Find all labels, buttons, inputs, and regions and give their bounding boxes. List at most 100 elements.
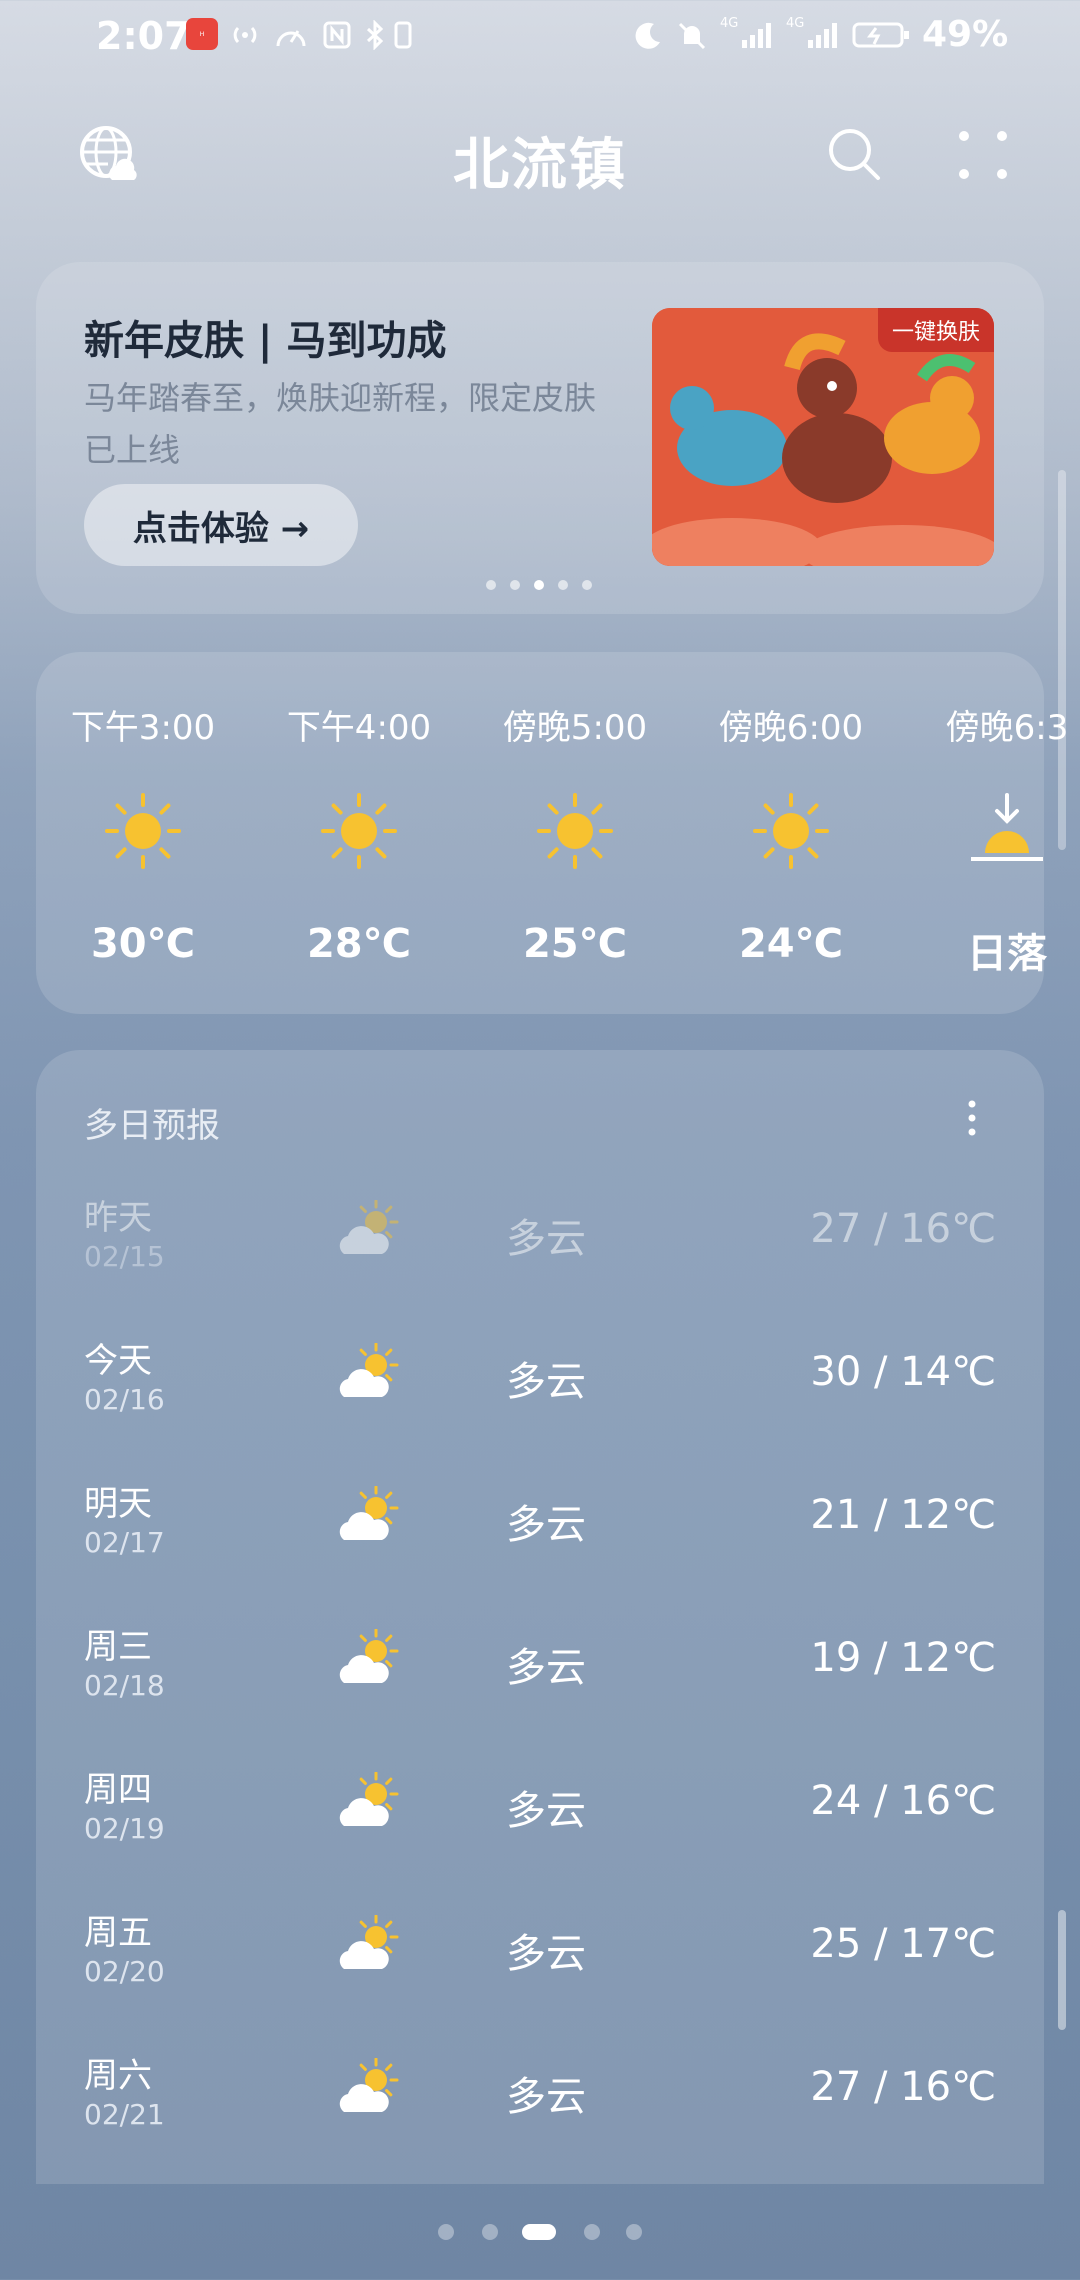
forecast-day: 明天: [84, 1484, 152, 1524]
scrollbar-top: [1058, 470, 1066, 850]
vibrate-battery-icon: [392, 20, 414, 50]
carousel-dot: [486, 580, 496, 590]
hourly-item: 傍晚6:3 日落: [907, 700, 1080, 979]
forecast-title: 多日预报: [84, 1106, 220, 1146]
forecast-condition: 多云: [506, 1359, 586, 1405]
hourly-item: 傍晚5:00 25℃: [475, 700, 675, 967]
forecast-row[interactable]: 周四 02/19 多云 24 / 16℃: [0, 1762, 1080, 1905]
partly-cloudy-icon: [336, 1199, 402, 1258]
forecast-temp: 21 / 12℃: [810, 1492, 996, 1538]
partly-cloudy-icon: [336, 2057, 402, 2116]
forecast-condition: 多云: [506, 1216, 586, 1262]
forecast-date: 02/17: [84, 1526, 165, 1559]
sun-icon: [101, 789, 185, 873]
mute-bell-icon: [676, 20, 708, 50]
forecast-day: 今天: [84, 1341, 152, 1381]
forecast-row[interactable]: 明天 02/17 多云 21 / 12℃: [0, 1476, 1080, 1619]
forecast-day: 昨天: [84, 1198, 152, 1238]
carousel-dot: [558, 580, 568, 590]
hourly-temp: 28℃: [306, 921, 412, 967]
partly-cloudy-icon: [336, 1485, 402, 1544]
page-dot[interactable]: [438, 2224, 454, 2240]
forecast-more-icon[interactable]: [962, 1098, 982, 1138]
forecast-condition: 多云: [506, 1788, 586, 1834]
battery-icon: [852, 20, 912, 50]
signal-label-1: 4G: [720, 16, 739, 31]
forecast-date: 02/16: [84, 1383, 165, 1416]
huawei-app-icon: H: [186, 18, 218, 50]
more-icon[interactable]: [958, 130, 1008, 180]
forecast-row[interactable]: 周三 02/18 多云 19 / 12℃: [0, 1619, 1080, 1762]
forecast-temp: 27 / 16℃: [810, 2064, 996, 2110]
carousel-dot-active: [534, 580, 544, 590]
hourly-item: 下午4:00 28℃: [259, 700, 459, 967]
battery-percent: 49%: [922, 14, 1009, 55]
hourly-item: 下午3:00 30℃: [43, 700, 243, 967]
partly-cloudy-icon: [336, 1628, 402, 1687]
sunset-icon: [965, 789, 1049, 873]
partly-cloudy-icon: [336, 1914, 402, 1973]
try-skin-button[interactable]: 点击体验 →: [84, 484, 358, 566]
forecast-date: 02/20: [84, 1955, 165, 1988]
forecast-condition: 多云: [506, 2074, 586, 2120]
page-dot[interactable]: [626, 2224, 642, 2240]
hourly-temp: 30℃: [90, 921, 196, 967]
carousel-dot: [510, 580, 520, 590]
forecast-day: 周六: [84, 2056, 152, 2096]
promo-subtitle: 马年踏春至，焕肤迎新程，限定皮肤已上线: [84, 379, 597, 469]
forecast-row[interactable]: 昨天 02/15 多云 27 / 16℃: [0, 1190, 1080, 1333]
page-title: 北流镇: [453, 133, 627, 198]
hourly-time: 傍晚5:00: [502, 708, 648, 748]
nfc-icon: [322, 20, 352, 50]
forecast-condition: 多云: [506, 1502, 586, 1548]
signal-bars-icon: [740, 20, 776, 50]
bluetooth-icon: [364, 19, 386, 51]
forecast-condition: 多云: [506, 1931, 586, 1977]
hourly-temp: 25℃: [522, 921, 628, 967]
page-dot[interactable]: [482, 2224, 498, 2240]
forecast-row[interactable]: 今天 02/16 多云 30 / 14℃: [0, 1333, 1080, 1476]
promo-title: 新年皮肤 | 马到功成: [84, 318, 447, 364]
page-dot-active[interactable]: [522, 2224, 556, 2240]
hotspot-icon: [228, 20, 262, 50]
status-time: 2:07: [96, 14, 191, 58]
forecast-day: 周三: [84, 1627, 152, 1667]
hourly-time: 傍晚6:3: [945, 708, 1069, 748]
forecast-temp: 19 / 12℃: [810, 1635, 996, 1681]
horse-skin-illustration[interactable]: 一键换肤: [652, 308, 994, 566]
hourly-time: 傍晚6:00: [718, 708, 864, 748]
forecast-date: 02/19: [84, 1812, 165, 1845]
hourly-time: 下午3:00: [70, 708, 216, 748]
hourly-temp: 日落: [967, 931, 1047, 977]
forecast-day: 周四: [84, 1770, 152, 1810]
partly-cloudy-icon: [336, 1771, 402, 1830]
scrollbar[interactable]: [1058, 1910, 1066, 2030]
forecast-date: 02/21: [84, 2098, 165, 2131]
forecast-row[interactable]: 周五 02/20 多云 25 / 17℃: [0, 1905, 1080, 2048]
forecast-row[interactable]: 周六 02/21 多云 27 / 16℃: [0, 2048, 1080, 2191]
page-dot[interactable]: [584, 2224, 600, 2240]
sun-icon: [317, 789, 401, 873]
forecast-date: 02/15: [84, 1240, 165, 1273]
forecast-temp: 27 / 16℃: [810, 1206, 996, 1252]
moon-icon: [632, 20, 664, 50]
search-icon[interactable]: [826, 126, 884, 184]
hourly-temp: 24℃: [738, 921, 844, 967]
forecast-day: 周五: [84, 1913, 152, 1953]
sun-icon: [533, 789, 617, 873]
status-bar: 2:07 H 4G 4G 49%: [0, 0, 1080, 72]
hourly-item: 傍晚6:00 24℃: [691, 700, 891, 967]
carousel-dot: [582, 580, 592, 590]
forecast-temp: 25 / 17℃: [810, 1921, 996, 1967]
forecast-date: 02/18: [84, 1669, 165, 1702]
forecast-temp: 24 / 16℃: [810, 1778, 996, 1824]
switch-skin-tag[interactable]: 一键换肤: [877, 308, 994, 352]
partly-cloudy-icon: [336, 1342, 402, 1401]
forecast-condition: 多云: [506, 1645, 586, 1691]
signal-bars-icon-2: [806, 20, 842, 50]
sun-icon: [749, 789, 833, 873]
speed-icon: [274, 20, 308, 50]
forecast-temp: 30 / 14℃: [810, 1349, 996, 1395]
signal-label-2: 4G: [786, 16, 805, 31]
hourly-time: 下午4:00: [286, 708, 432, 748]
